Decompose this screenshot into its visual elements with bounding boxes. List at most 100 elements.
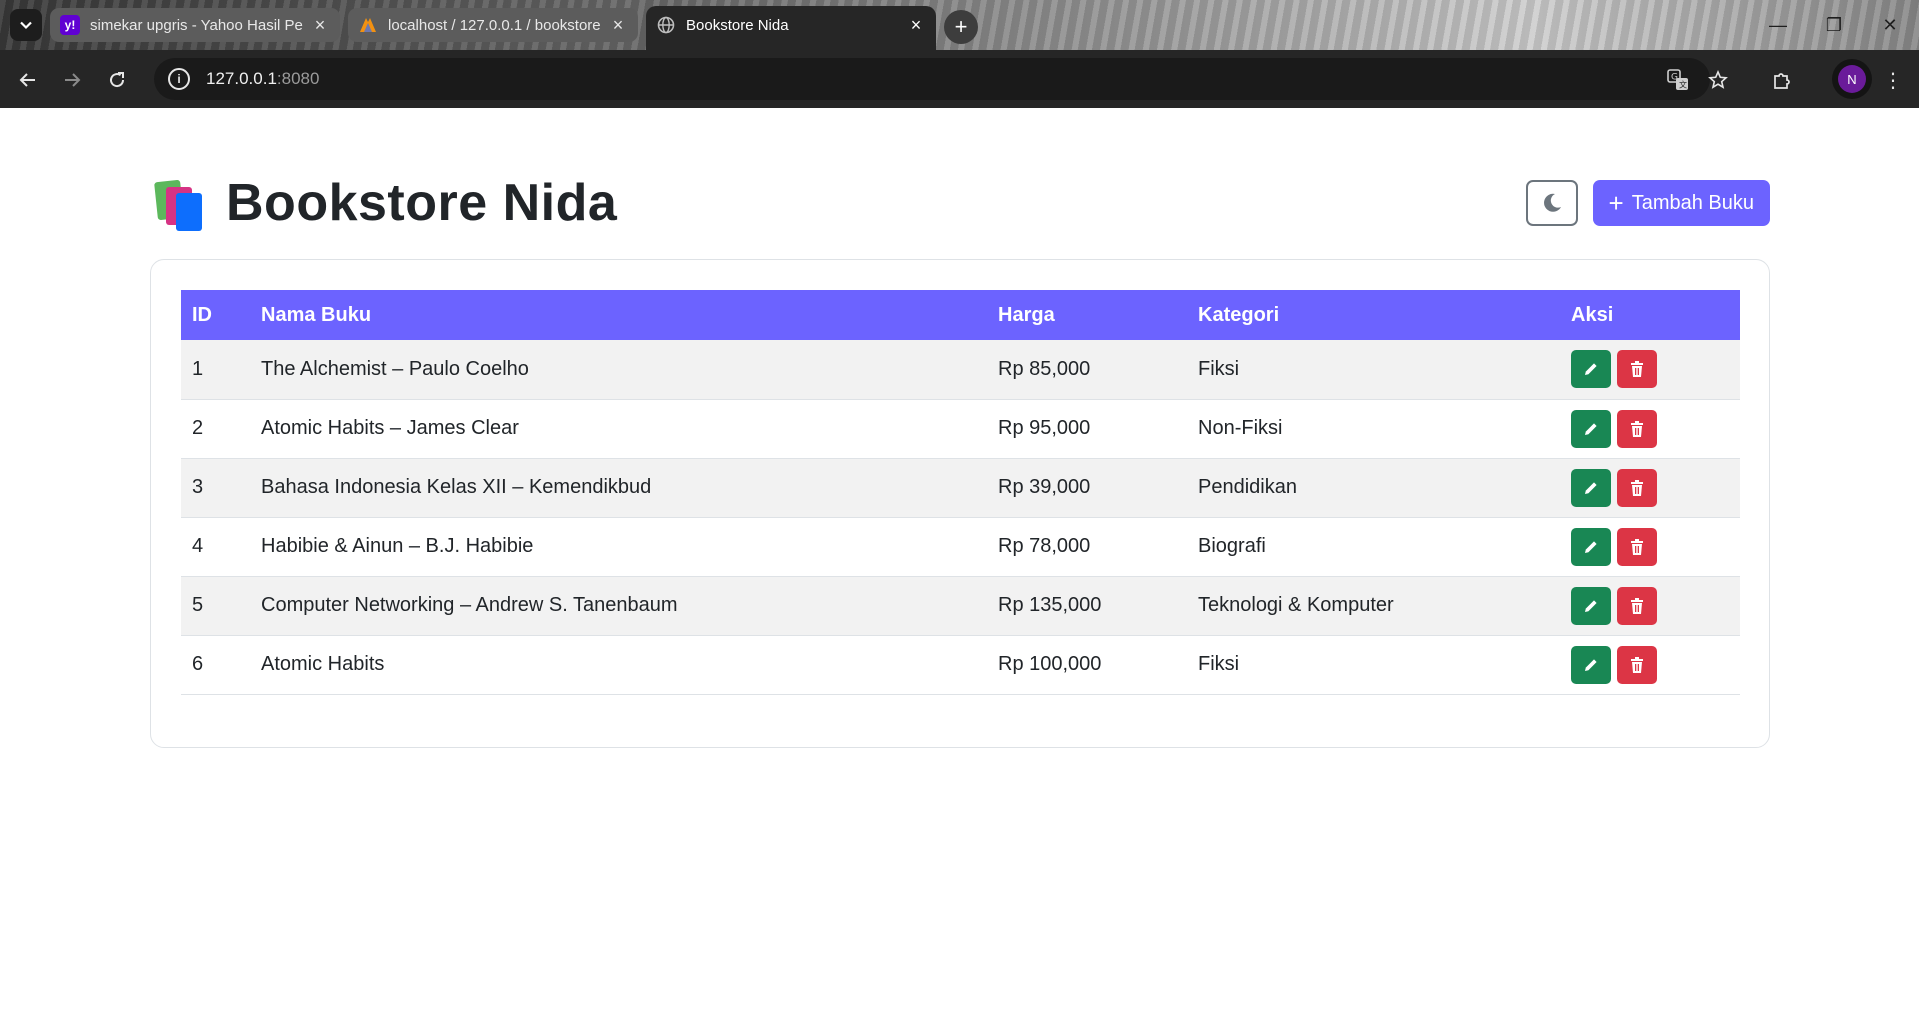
theme-toggle-button[interactable] — [1525, 180, 1578, 226]
trash-icon — [1631, 656, 1643, 673]
trash-icon — [1631, 538, 1643, 555]
cell-id: 3 — [181, 458, 250, 518]
forward-button[interactable] — [58, 66, 86, 94]
reload-icon — [110, 72, 125, 88]
delete-button[interactable] — [1617, 645, 1657, 684]
close-icon[interactable]: × — [906, 15, 926, 36]
column-header-id: ID — [181, 290, 250, 340]
restore-button[interactable]: ❐ — [1806, 0, 1862, 50]
plus-icon: + — [954, 14, 968, 39]
cell-actions — [1560, 635, 1740, 695]
extensions-button[interactable] — [1768, 66, 1796, 94]
close-icon: ✕ — [1882, 14, 1898, 35]
phpmyadmin-icon — [358, 15, 378, 35]
pencil-icon — [1585, 599, 1597, 612]
edit-button[interactable] — [1571, 468, 1611, 507]
books-card: ID Nama Buku Harga Kategori Aksi 1 The A… — [150, 259, 1770, 748]
browser-tab-strip: y! simekar upgris - Yahoo Hasil Pe × loc… — [0, 0, 1919, 50]
cell-category: Fiksi — [1187, 635, 1560, 695]
cell-price: Rp 135,000 — [987, 576, 1187, 636]
cell-category: Fiksi — [1187, 340, 1560, 400]
pencil-icon — [1585, 658, 1597, 671]
translate-button[interactable]: G文 — [1664, 66, 1692, 94]
svg-text:文: 文 — [1679, 80, 1687, 90]
tab-title: simekar upgris - Yahoo Hasil Pe — [90, 16, 303, 34]
edit-button[interactable] — [1571, 527, 1611, 566]
add-book-button[interactable]: + Tambah Buku — [1592, 180, 1770, 226]
cell-price: Rp 85,000 — [987, 340, 1187, 400]
delete-button[interactable] — [1617, 468, 1657, 507]
table-row: 5 Computer Networking – Andrew S. Tanenb… — [181, 576, 1740, 636]
delete-button[interactable] — [1617, 409, 1657, 448]
table-row: 1 The Alchemist – Paulo Coelho Rp 85,000… — [181, 340, 1740, 400]
tab-phpmyadmin[interactable]: localhost / 127.0.0.1 / bookstore × — [348, 8, 638, 42]
minimize-button[interactable]: — — [1750, 0, 1806, 50]
browser-toolbar: i 127.0.0.1:8080 G文 N ⋮ — [0, 50, 1919, 108]
add-book-label: Tambah Buku — [1631, 191, 1754, 214]
tab-search-button[interactable] — [10, 9, 42, 41]
cell-actions — [1560, 517, 1740, 577]
delete-button[interactable] — [1617, 586, 1657, 625]
new-tab-button[interactable]: + — [944, 10, 978, 44]
cell-book-name: Bahasa Indonesia Kelas XII – Kemendikbud — [250, 458, 987, 518]
edit-button[interactable] — [1571, 645, 1611, 684]
cell-book-name: The Alchemist – Paulo Coelho — [250, 340, 987, 400]
trash-icon — [1631, 420, 1643, 437]
close-icon[interactable]: × — [608, 15, 628, 36]
reload-button[interactable] — [103, 66, 131, 94]
delete-button[interactable] — [1617, 527, 1657, 566]
restore-icon: ❐ — [1825, 14, 1843, 35]
table-row: 4 Habibie & Ainun – B.J. Habibie Rp 78,0… — [181, 517, 1740, 577]
globe-icon — [656, 15, 676, 35]
tab-title: Bookstore Nida — [686, 16, 789, 34]
tab-bookstore-nida[interactable]: Bookstore Nida × — [646, 6, 936, 50]
edit-button[interactable] — [1571, 586, 1611, 625]
url-text: 127.0.0.1:8080 — [206, 69, 320, 88]
cell-actions — [1560, 340, 1740, 400]
star-icon — [1708, 70, 1728, 89]
edit-button[interactable] — [1571, 409, 1611, 448]
table-row: 3 Bahasa Indonesia Kelas XII – Kemendikb… — [181, 458, 1740, 518]
profile-avatar[interactable]: N — [1832, 59, 1872, 99]
cell-book-name: Computer Networking – Andrew S. Tanenbau… — [250, 576, 987, 636]
cell-actions — [1560, 576, 1740, 636]
trash-icon — [1631, 361, 1643, 378]
close-window-button[interactable]: ✕ — [1862, 0, 1918, 50]
cell-price: Rp 78,000 — [987, 517, 1187, 577]
close-icon[interactable]: × — [310, 15, 330, 36]
cell-category: Teknologi & Komputer — [1187, 576, 1560, 636]
header-actions: + Tambah Buku — [1525, 180, 1770, 226]
yahoo-icon: y! — [60, 15, 80, 35]
pencil-icon — [1585, 422, 1597, 435]
cell-book-name: Habibie & Ainun – B.J. Habibie — [250, 517, 987, 577]
cell-id: 1 — [181, 340, 250, 400]
column-header-name: Nama Buku — [250, 290, 987, 340]
back-button[interactable] — [14, 66, 42, 94]
page-header: Bookstore Nida + Tambah Buku — [150, 168, 1770, 238]
cell-actions — [1560, 458, 1740, 518]
column-header-actions: Aksi — [1560, 290, 1740, 340]
address-bar[interactable]: i 127.0.0.1:8080 — [154, 58, 1710, 100]
moon-icon — [1543, 193, 1561, 212]
table-header-row: ID Nama Buku Harga Kategori Aksi — [181, 290, 1740, 340]
pencil-icon — [1585, 481, 1597, 494]
site-info-icon[interactable]: i — [168, 68, 190, 90]
delete-button[interactable] — [1617, 350, 1657, 389]
column-header-price: Harga — [987, 290, 1187, 340]
cell-price: Rp 100,000 — [987, 635, 1187, 695]
edit-button[interactable] — [1571, 350, 1611, 389]
arrow-left-icon — [19, 73, 35, 87]
minimize-icon: — — [1769, 14, 1787, 35]
page-title: Bookstore Nida — [226, 174, 618, 232]
column-header-category: Kategori — [1187, 290, 1560, 340]
bookmark-button[interactable] — [1704, 66, 1732, 94]
menu-button[interactable]: ⋮ — [1879, 66, 1907, 94]
more-vert-icon: ⋮ — [1883, 69, 1903, 92]
translate-icon: G文 — [1667, 69, 1688, 90]
cell-id: 6 — [181, 635, 250, 695]
tab-yahoo-search[interactable]: y! simekar upgris - Yahoo Hasil Pe × — [50, 8, 340, 42]
cell-price: Rp 95,000 — [987, 399, 1187, 459]
books-table: ID Nama Buku Harga Kategori Aksi 1 The A… — [181, 290, 1740, 695]
cell-id: 5 — [181, 576, 250, 636]
cell-price: Rp 39,000 — [987, 458, 1187, 518]
